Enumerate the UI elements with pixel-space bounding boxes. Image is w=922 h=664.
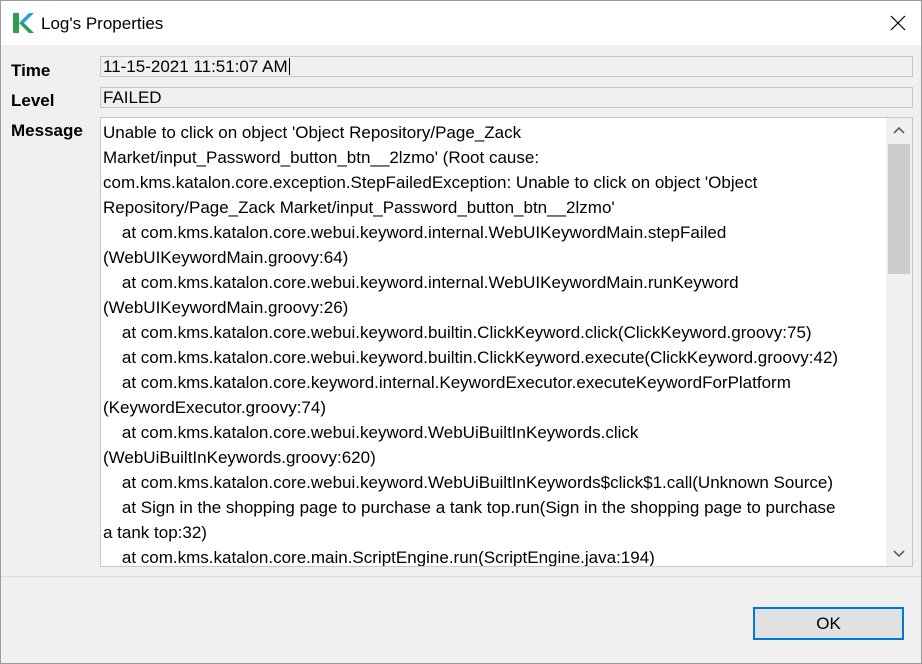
scroll-up-button[interactable] [886, 118, 912, 142]
message-line: at com.kms.katalon.core.main.ScriptEngin… [103, 548, 655, 567]
time-field[interactable]: 11-15-2021 11:51:07 AM [100, 56, 913, 77]
scroll-thumb[interactable] [888, 144, 910, 274]
time-label: Time [11, 61, 51, 80]
level-value: FAILED [103, 88, 162, 107]
message-line: (WebUIKeywordMain.groovy:26) [103, 298, 349, 317]
text-caret [288, 58, 290, 75]
message-line: at com.kms.katalon.core.webui.keyword.We… [103, 423, 639, 442]
time-value: 11-15-2021 11:51:07 AM [103, 57, 288, 76]
message-line: at com.kms.katalon.core.webui.keyword.bu… [103, 323, 812, 342]
message-line: at com.kms.katalon.core.webui.keyword.in… [103, 223, 727, 242]
separator [1, 576, 921, 577]
level-field[interactable]: FAILED [100, 87, 913, 108]
window-title: Log's Properties [41, 14, 164, 33]
vertical-scrollbar[interactable] [886, 118, 912, 566]
title-bar: Log's Properties [1, 1, 921, 45]
message-line: (KeywordExecutor.groovy:74) [103, 398, 326, 417]
message-line: com.kms.katalon.core.exception.StepFaile… [103, 173, 758, 192]
level-label: Level [11, 91, 55, 110]
ok-button[interactable]: OK [753, 607, 904, 640]
message-line: (WebUIKeywordMain.groovy:64) [103, 248, 349, 267]
message-line: at com.kms.katalon.core.webui.keyword.in… [103, 273, 739, 292]
scroll-down-button[interactable] [886, 542, 912, 566]
message-textarea[interactable]: Unable to click on object 'Object Reposi… [100, 117, 913, 567]
message-line: (WebUiBuiltInKeywords.groovy:620) [103, 448, 376, 467]
message-line: a tank top:32) [103, 523, 207, 542]
message-line: at com.kms.katalon.core.webui.keyword.We… [103, 473, 834, 492]
message-line: at com.kms.katalon.core.keyword.internal… [103, 373, 791, 392]
message-line: Repository/Page_Zack Market/input_Passwo… [103, 198, 615, 217]
message-text: Unable to click on object 'Object Reposi… [103, 120, 883, 567]
message-line: Unable to click on object 'Object Reposi… [103, 123, 522, 142]
chevron-up-icon [893, 126, 905, 134]
log-properties-dialog: Log's Properties Time 11-15-2021 11:51:0… [0, 0, 922, 664]
message-line: Market/input_Password_button_btn__2lzmo'… [103, 148, 540, 167]
chevron-down-icon [893, 550, 905, 558]
message-line: at Sign in the shopping page to purchase… [103, 498, 836, 517]
message-label: Message [11, 121, 83, 140]
message-line: at com.kms.katalon.core.webui.keyword.bu… [103, 348, 839, 367]
close-icon [890, 15, 906, 31]
close-button[interactable] [875, 1, 921, 45]
katalon-logo-icon [11, 11, 35, 35]
